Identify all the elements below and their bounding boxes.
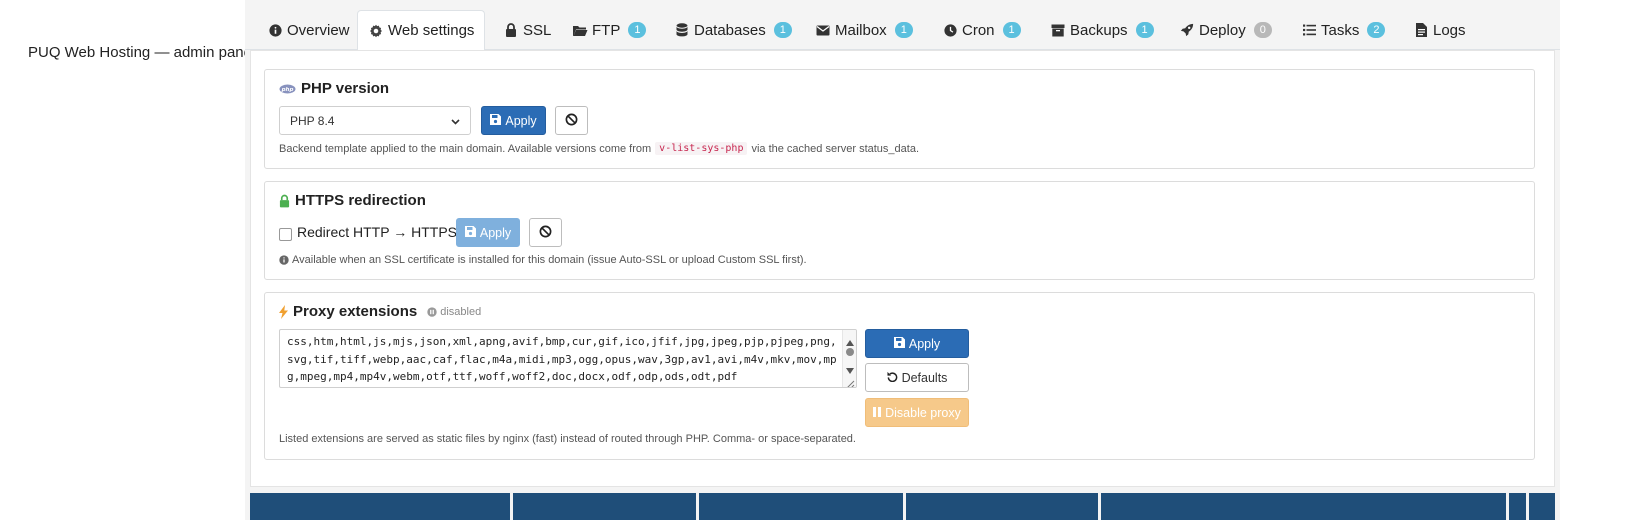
bottom-toolbar-segment	[699, 493, 903, 520]
tab-label: Cron	[962, 21, 995, 39]
tab-databases[interactable]: Databases 1	[664, 10, 802, 50]
tab-label: Tasks	[1321, 21, 1360, 39]
database-icon	[674, 22, 690, 38]
archive-icon	[1050, 22, 1066, 38]
lock-icon	[503, 22, 519, 38]
tab-mailbox[interactable]: Mailbox 1	[805, 10, 923, 50]
proxy-extensions-title: Proxy extensions disabled	[279, 303, 481, 320]
tab-label: Backups	[1070, 21, 1128, 39]
php-help-text: Backend template applied to the main dom…	[279, 142, 920, 155]
tab-logs[interactable]: Logs	[1403, 10, 1476, 50]
save-icon	[893, 336, 905, 351]
count-badge: 1	[628, 22, 647, 38]
tab-label: Logs	[1433, 21, 1466, 39]
count-badge: 1	[894, 22, 913, 38]
count-badge: 0	[1253, 22, 1272, 38]
tab-label: Overview	[287, 21, 350, 39]
tab-ssl[interactable]: SSL	[493, 10, 561, 50]
https-redirect-checkbox[interactable]	[279, 228, 292, 241]
php-version-title: php PHP version	[279, 80, 389, 97]
tab-bar: Overview Web settings SSL FTP 1 Database…	[245, 10, 1560, 51]
https-redirect-card: HTTPS redirection Redirect HTTP → HTTPS …	[264, 181, 1535, 280]
resize-handle-icon[interactable]	[845, 376, 855, 387]
php-apply-button[interactable]: Apply	[481, 106, 546, 135]
bottom-toolbar-segment	[250, 493, 510, 520]
ban-icon	[539, 225, 552, 241]
tab-web-settings[interactable]: Web settings	[357, 10, 486, 51]
tab-label: Web settings	[388, 22, 475, 39]
svg-text:php: php	[281, 87, 294, 93]
tab-deploy[interactable]: Deploy 0	[1169, 10, 1282, 50]
tab-label: SSL	[523, 21, 552, 39]
info-circle-icon	[267, 22, 283, 38]
tab-label: Mailbox	[835, 21, 887, 39]
https-redirect-title: HTTPS redirection	[279, 192, 426, 209]
bottom-toolbar-segment	[1101, 493, 1506, 520]
scroll-thumb[interactable]	[846, 348, 854, 356]
extensions-text: css,htm,html,js,mjs,json,xml,apng,avif,b…	[287, 335, 837, 383]
php-icon: php	[279, 84, 296, 94]
web-settings-content: php PHP version PHP 8.4 Apply Backend te…	[250, 50, 1555, 487]
https-redirect-label: Redirect HTTP → HTTPS	[297, 224, 457, 240]
tab-ftp[interactable]: FTP 1	[562, 10, 656, 50]
count-badge: 1	[1002, 22, 1021, 38]
folder-open-icon	[572, 22, 588, 38]
proxy-help-text: Listed extensions are served as static f…	[279, 433, 856, 445]
tab-overview[interactable]: Overview	[257, 10, 360, 50]
file-icon	[1413, 22, 1429, 38]
tab-cron[interactable]: Cron 1	[932, 10, 1031, 50]
https-help-text: Available when an SSL certificate is ins…	[279, 254, 807, 266]
proxy-defaults-button[interactable]: Defaults	[865, 363, 969, 392]
php-reset-button[interactable]	[555, 106, 588, 135]
count-badge: 1	[1135, 22, 1154, 38]
envelope-icon	[815, 22, 831, 38]
bottom-toolbar-segment	[513, 493, 696, 520]
proxy-apply-button[interactable]: Apply	[865, 329, 969, 358]
proxy-extensions-textarea[interactable]: css,htm,html,js,mjs,json,xml,apng,avif,b…	[279, 329, 857, 388]
scroll-down-icon[interactable]	[846, 361, 854, 377]
tab-label: FTP	[592, 21, 621, 39]
php-version-card: php PHP version PHP 8.4 Apply Backend te…	[264, 69, 1535, 169]
tab-label: Databases	[694, 21, 766, 39]
command-code: v-list-sys-php	[655, 142, 748, 155]
proxy-extensions-card: Proxy extensions disabled css,htm,html,j…	[264, 292, 1535, 460]
tab-tasks[interactable]: Tasks 2	[1291, 10, 1395, 50]
pause-circle-icon	[427, 306, 437, 317]
tab-label: Deploy	[1199, 21, 1246, 39]
hosting-panel: Overview Web settings SSL FTP 1 Database…	[245, 0, 1560, 520]
lock-icon	[279, 194, 290, 208]
count-badge: 2	[1367, 22, 1386, 38]
clock-icon	[942, 22, 958, 38]
list-icon	[1301, 22, 1317, 38]
undo-icon	[887, 371, 898, 385]
proxy-status-badge: disabled	[427, 306, 481, 318]
ban-icon	[565, 113, 578, 129]
https-apply-button[interactable]: Apply	[456, 218, 520, 247]
rocket-icon	[1179, 22, 1195, 38]
bottom-toolbar-segment	[1529, 493, 1555, 520]
save-icon	[490, 113, 502, 128]
disable-proxy-button[interactable]: Disable proxy	[865, 398, 969, 427]
panel-title: PUQ Web Hosting — admin panel	[28, 44, 256, 61]
info-circle-icon	[279, 255, 289, 265]
gear-icon	[368, 23, 384, 39]
php-version-select[interactable]: PHP 8.4	[279, 106, 471, 135]
scroll-up-icon[interactable]	[846, 333, 854, 349]
bottom-toolbar-segment	[906, 493, 1098, 520]
pause-icon	[873, 406, 882, 420]
tab-backups[interactable]: Backups 1	[1040, 10, 1164, 50]
bottom-toolbar-segment	[1509, 493, 1526, 520]
chevron-down-icon	[451, 114, 460, 128]
textarea-scrollbar[interactable]	[842, 330, 856, 387]
bolt-icon	[279, 304, 288, 319]
count-badge: 1	[773, 22, 792, 38]
save-icon	[464, 225, 476, 240]
https-reset-button[interactable]	[529, 218, 562, 247]
